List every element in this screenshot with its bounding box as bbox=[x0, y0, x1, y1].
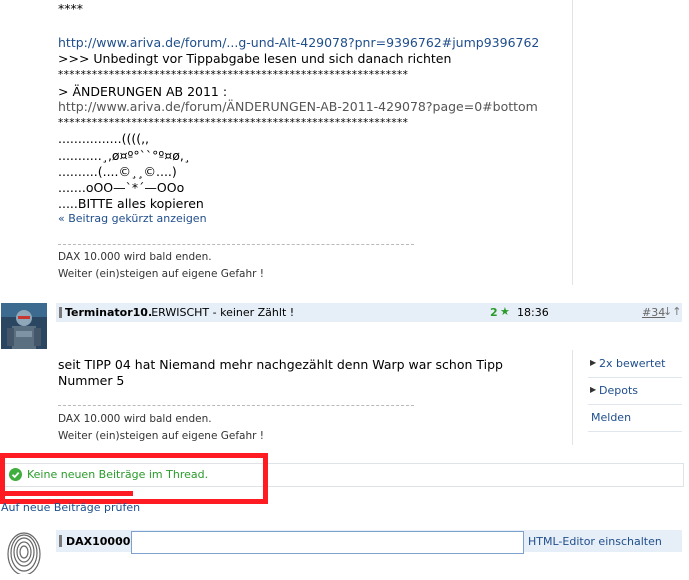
header-marker bbox=[59, 307, 62, 318]
reply-marker bbox=[59, 535, 62, 547]
report-action[interactable]: Melden bbox=[588, 405, 682, 432]
post-time: 18:36 bbox=[517, 306, 549, 319]
fingerprint-icon bbox=[2, 528, 46, 574]
top-post-tipp-link[interactable]: http://www.ariva.de/forum/...g-und-Alt-4… bbox=[58, 35, 539, 50]
post-title: : ERWISCHT - keiner Zählt ! bbox=[144, 306, 295, 319]
signature-divider-2 bbox=[58, 405, 414, 406]
signature-divider bbox=[58, 244, 414, 245]
top-post-changes-link[interactable]: http://www.ariva.de/forum/ÄNDERUNGEN-AB-… bbox=[58, 99, 538, 114]
reply-colon: : bbox=[118, 535, 122, 548]
report-label[interactable]: Melden bbox=[591, 411, 631, 424]
top-post-ascii-line-2: ...........¸,ø¤º°``°º¤ø,¸ bbox=[58, 148, 191, 163]
highlight-box bbox=[0, 453, 268, 504]
avatar-terminator[interactable] bbox=[1, 303, 47, 349]
depots-action[interactable]: ▶ Depots bbox=[588, 378, 682, 405]
top-post-ascii-line-1: ................((((,, bbox=[58, 131, 150, 146]
check-new-posts-link[interactable]: Auf neue Beiträge prüfen bbox=[1, 501, 140, 514]
post-navigation-arrows[interactable]: ↓↑ bbox=[663, 305, 681, 318]
rating-label[interactable]: 2x bewertet bbox=[599, 357, 665, 370]
depots-label[interactable]: Depots bbox=[599, 384, 638, 397]
rating-action[interactable]: ▶ 2x bewertet bbox=[588, 351, 682, 378]
top-post-line-changes: > ÄNDERUNGEN AB 2011 : bbox=[58, 84, 228, 99]
top-post-ascii-line-4: .......oOO—`*´—OOo bbox=[58, 180, 185, 195]
html-editor-toggle[interactable]: HTML-Editor einschalten bbox=[528, 535, 662, 548]
column-divider bbox=[572, 0, 573, 285]
star-icon[interactable]: ★ bbox=[500, 305, 510, 318]
caret-right-icon: ▶ bbox=[590, 358, 597, 367]
caret-right-icon: ▶ bbox=[590, 385, 597, 394]
top-post-line-separator: ****************************************… bbox=[58, 69, 409, 81]
post-stars-count: 2 bbox=[490, 306, 498, 319]
top-post-ascii-line-5: .....BITTE alles kopieren bbox=[58, 196, 204, 211]
post-body-line-1: seit TIPP 04 hat Niemand mehr nachgezähl… bbox=[58, 357, 503, 372]
signature-line-1: DAX 10.000 wird bald enden. bbox=[58, 251, 212, 263]
top-post-line-stars: **** bbox=[58, 1, 83, 16]
signature-line-2b: Weiter (ein)steigen auf eigene Gefahr ! bbox=[58, 430, 265, 442]
top-post-line-separator-2: ****************************************… bbox=[58, 117, 409, 129]
side-divider bbox=[572, 350, 573, 445]
collapse-post-link[interactable]: « Beitrag gekürzt anzeigen bbox=[58, 212, 207, 225]
reply-input[interactable] bbox=[131, 531, 524, 554]
top-post-ascii-line-3: ..........(....©¸¸©....) bbox=[58, 164, 177, 179]
robot-avatar-icon bbox=[1, 303, 47, 349]
post-number-link[interactable]: #34 bbox=[642, 306, 665, 319]
highlight-box-tail bbox=[0, 483, 133, 496]
post-body-line-2: Nummer 5 bbox=[58, 373, 125, 388]
signature-line-1b: DAX 10.000 wird bald enden. bbox=[58, 413, 212, 425]
top-post-line-instruction: >>> Unbedingt vor Tippabgabe lesen und s… bbox=[58, 51, 452, 66]
signature-line-2: Weiter (ein)steigen auf eigene Gefahr ! bbox=[58, 268, 265, 280]
fingerprint-avatar[interactable] bbox=[2, 528, 46, 574]
post-author[interactable]: Terminator10. bbox=[65, 306, 152, 319]
post-header: Terminator10. : ERWISCHT - keiner Zählt … bbox=[56, 303, 682, 322]
